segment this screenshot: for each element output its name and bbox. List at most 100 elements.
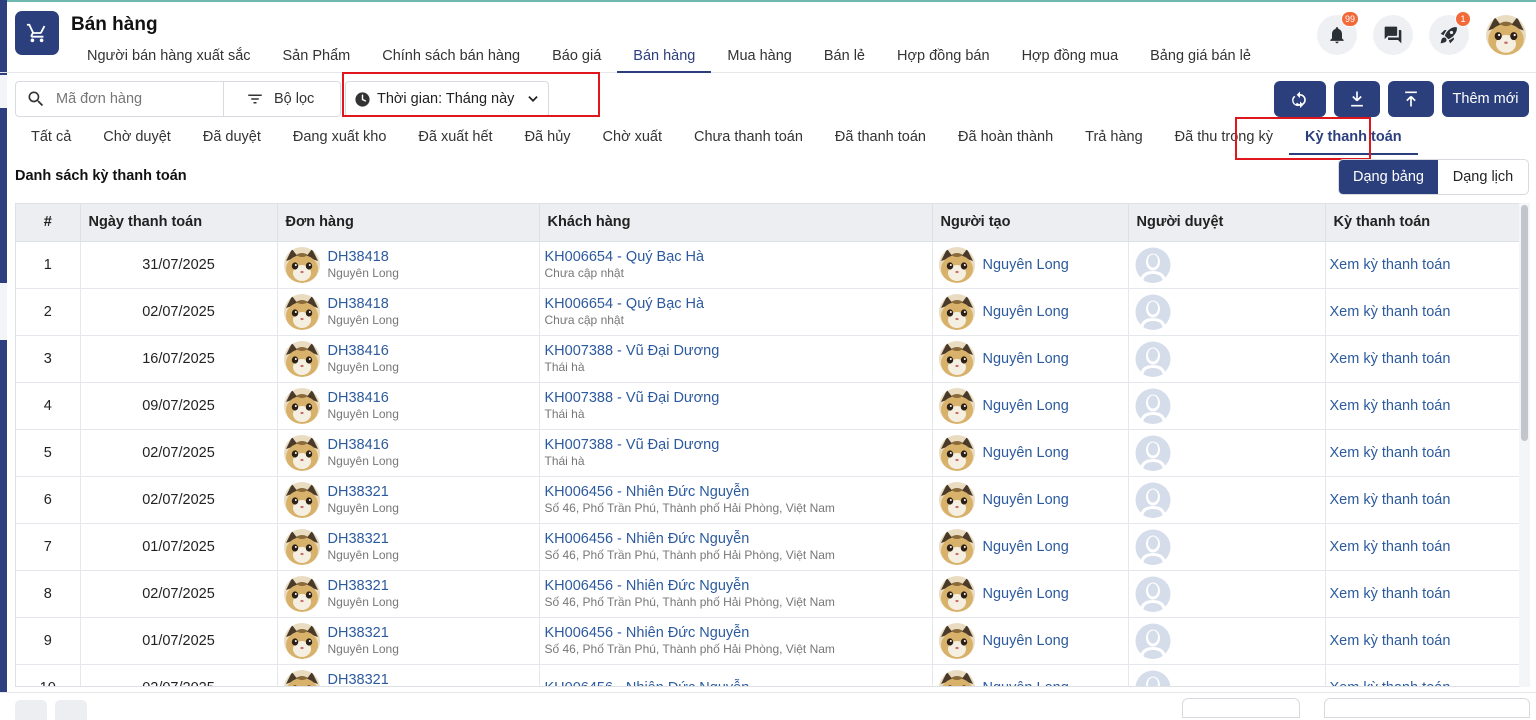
tab-item[interactable]: Đang xuất kho — [277, 121, 403, 155]
nav-item[interactable]: Chính sách bán hàng — [366, 42, 536, 73]
download-button[interactable] — [1334, 81, 1380, 117]
order-link[interactable]: DH38418 — [328, 296, 399, 312]
period-cell: Xem kỳ thanh toán — [1325, 570, 1521, 618]
tab-item[interactable]: Đã duyệt — [187, 121, 277, 155]
view-period-link[interactable]: Xem kỳ thanh toán — [1326, 586, 1451, 602]
order-cell: DH38321Nguyên Long — [277, 664, 540, 687]
creator-name[interactable]: Nguyên Long — [983, 304, 1069, 320]
table-row[interactable]: 4 09/07/2025 DH38416 Nguyên Long KH007388 - … — [16, 382, 1521, 430]
customer-link[interactable]: KH006456 - Nhiên Đức Nguyễn — [545, 680, 932, 687]
creator-name[interactable]: Nguyên Long — [983, 633, 1069, 649]
page-size-select[interactable] — [1324, 698, 1530, 718]
customer-link[interactable]: KH006456 - Nhiên Đức Nguyễn — [545, 578, 932, 594]
payment-period-table: # Ngày thanh toán Đơn hàng Khách hàng Người … — [15, 203, 1530, 687]
creator-name[interactable]: Nguyên Long — [983, 398, 1069, 414]
notifications-button[interactable]: 99 — [1317, 11, 1359, 55]
view-period-link[interactable]: Xem kỳ thanh toán — [1326, 539, 1451, 555]
table-row[interactable]: 2 02/07/2025 DH38418 Nguyên Long KH006654 - … — [16, 288, 1521, 336]
tab-item[interactable]: Đã hoàn thành — [942, 121, 1069, 155]
order-link[interactable]: DH38321 — [328, 484, 399, 500]
view-period-link[interactable]: Xem kỳ thanh toán — [1326, 680, 1451, 687]
table-row[interactable]: 3 16/07/2025 DH38416 Nguyên Long KH007388 - … — [16, 335, 1521, 383]
table-row[interactable]: 1002/07/2025DH38321Nguyên LongKH006456 -… — [16, 664, 1521, 687]
row-index: 3 — [16, 335, 81, 383]
download-icon — [1351, 91, 1363, 107]
user-avatar[interactable] — [1486, 15, 1526, 55]
table-row[interactable]: 1 31/07/2025 DH38418 Nguyên Long KH006654 - … — [16, 241, 1521, 289]
table-view-button[interactable]: Dạng bảng — [1339, 160, 1438, 194]
creator-name[interactable]: Nguyên Long — [983, 680, 1069, 687]
view-period-link[interactable]: Xem kỳ thanh toán — [1326, 257, 1451, 273]
view-period-link[interactable]: Xem kỳ thanh toán — [1326, 492, 1451, 508]
table-row[interactable]: 8 02/07/2025 DH38321 Nguyên Long KH006456 - … — [16, 570, 1521, 618]
customer-link[interactable]: KH006654 - Quý Bạc Hà — [545, 249, 932, 265]
creator-name[interactable]: Nguyên Long — [983, 445, 1069, 461]
tab-item[interactable]: Tất cả — [15, 121, 87, 155]
tab-item[interactable]: Chưa thanh toán — [678, 121, 819, 155]
nav-item[interactable]: Hợp đồng bán — [881, 42, 1006, 73]
table-row[interactable]: 9 01/07/2025 DH38321 Nguyên Long KH006456 - … — [16, 617, 1521, 665]
order-owner: Nguyên Long — [327, 265, 399, 280]
customer-link[interactable]: KH007388 - Vũ Đại Dương — [545, 437, 932, 453]
table-row[interactable]: 7 01/07/2025 DH38321 Nguyên Long KH006456 - … — [16, 523, 1521, 571]
upload-button[interactable] — [1388, 81, 1434, 117]
payment-date: 16/07/2025 — [80, 335, 278, 383]
tab-item[interactable]: Đã hủy — [509, 121, 587, 155]
cart-icon[interactable] — [15, 11, 59, 55]
tab-item[interactable]: Đã xuất hết — [402, 121, 508, 155]
calendar-view-button[interactable]: Dạng lịch — [1438, 160, 1528, 194]
order-link[interactable]: DH38416 — [328, 390, 399, 406]
table-scrollbar-thumb[interactable] — [1521, 205, 1528, 441]
creator-name[interactable]: Nguyên Long — [983, 351, 1069, 367]
nav-item[interactable]: Hợp đồng mua — [1006, 42, 1135, 73]
tab-item[interactable]: Chờ xuất — [587, 121, 678, 155]
view-period-link[interactable]: Xem kỳ thanh toán — [1326, 445, 1451, 461]
tab-item[interactable]: Chờ duyệt — [87, 121, 187, 155]
customer-link[interactable]: KH006654 - Quý Bạc Hà — [545, 296, 932, 312]
tab-item[interactable]: Đã thanh toán — [819, 121, 942, 155]
order-link[interactable]: DH38416 — [328, 437, 399, 453]
customer-link[interactable]: KH007388 - Vũ Đại Dương — [545, 390, 932, 406]
order-link[interactable]: DH38321 — [328, 672, 399, 687]
view-period-link[interactable]: Xem kỳ thanh toán — [1326, 351, 1451, 367]
customer-link[interactable]: KH006456 - Nhiên Đức Nguyễn — [545, 531, 932, 547]
search-input[interactable] — [56, 91, 216, 107]
nav-item[interactable]: Bán lẻ — [808, 42, 881, 73]
tab-item[interactable]: Trả hàng — [1069, 121, 1159, 155]
table-row[interactable]: 5 02/07/2025 DH38416 Nguyên Long KH007388 - … — [16, 429, 1521, 477]
nav-item[interactable]: Báo giá — [536, 42, 617, 73]
approver-placeholder-icon — [1135, 294, 1171, 330]
pagination-next-button[interactable] — [55, 700, 87, 720]
view-period-link[interactable]: Xem kỳ thanh toán — [1326, 633, 1451, 649]
table-row[interactable]: 6 02/07/2025 DH38321 Nguyên Long KH006456 - … — [16, 476, 1521, 524]
order-link[interactable]: DH38321 — [328, 531, 399, 547]
customer-link[interactable]: KH007388 - Vũ Đại Dương — [545, 343, 932, 359]
pagination-prev-button[interactable] — [15, 700, 47, 720]
chat-button[interactable] — [1373, 15, 1413, 55]
nav-item[interactable]: Bảng giá bán lẻ — [1134, 42, 1267, 73]
nav-item[interactable]: Người bán hàng xuất sắc — [71, 42, 267, 73]
nav-item[interactable]: Mua hàng — [711, 42, 808, 73]
order-link[interactable]: DH38321 — [328, 578, 399, 594]
order-link[interactable]: DH38418 — [328, 249, 399, 265]
refresh-button[interactable] — [1274, 81, 1326, 117]
customer-address: Thái hà — [544, 453, 585, 468]
app-header: Bán hàng Người bán hàng xuất sắc Sản Phẩm… — [0, 2, 1536, 73]
nav-item[interactable]: Bán hàng — [617, 42, 712, 73]
footer-action-button[interactable] — [1182, 698, 1300, 718]
creator-name[interactable]: Nguyên Long — [983, 257, 1069, 273]
creator-name[interactable]: Nguyên Long — [983, 539, 1069, 555]
order-link[interactable]: DH38321 — [328, 625, 399, 641]
view-period-link[interactable]: Xem kỳ thanh toán — [1326, 304, 1451, 320]
customer-link[interactable]: KH006456 - Nhiên Đức Nguyễn — [545, 625, 932, 641]
customer-link[interactable]: KH006456 - Nhiên Đức Nguyễn — [545, 484, 932, 500]
creator-name[interactable]: Nguyên Long — [983, 586, 1069, 602]
view-period-link[interactable]: Xem kỳ thanh toán — [1326, 398, 1451, 414]
add-new-button[interactable]: Thêm mới — [1442, 81, 1529, 117]
customer-cell: KH007388 - Vũ Đại Dương Thái hà — [539, 429, 933, 477]
order-link[interactable]: DH38416 — [328, 343, 399, 359]
creator-name[interactable]: Nguyên Long — [983, 492, 1069, 508]
filter-button[interactable]: Bộ lọc — [224, 82, 314, 116]
whats-new-button[interactable]: 1 — [1429, 11, 1471, 55]
nav-item[interactable]: Sản Phẩm — [267, 42, 367, 73]
